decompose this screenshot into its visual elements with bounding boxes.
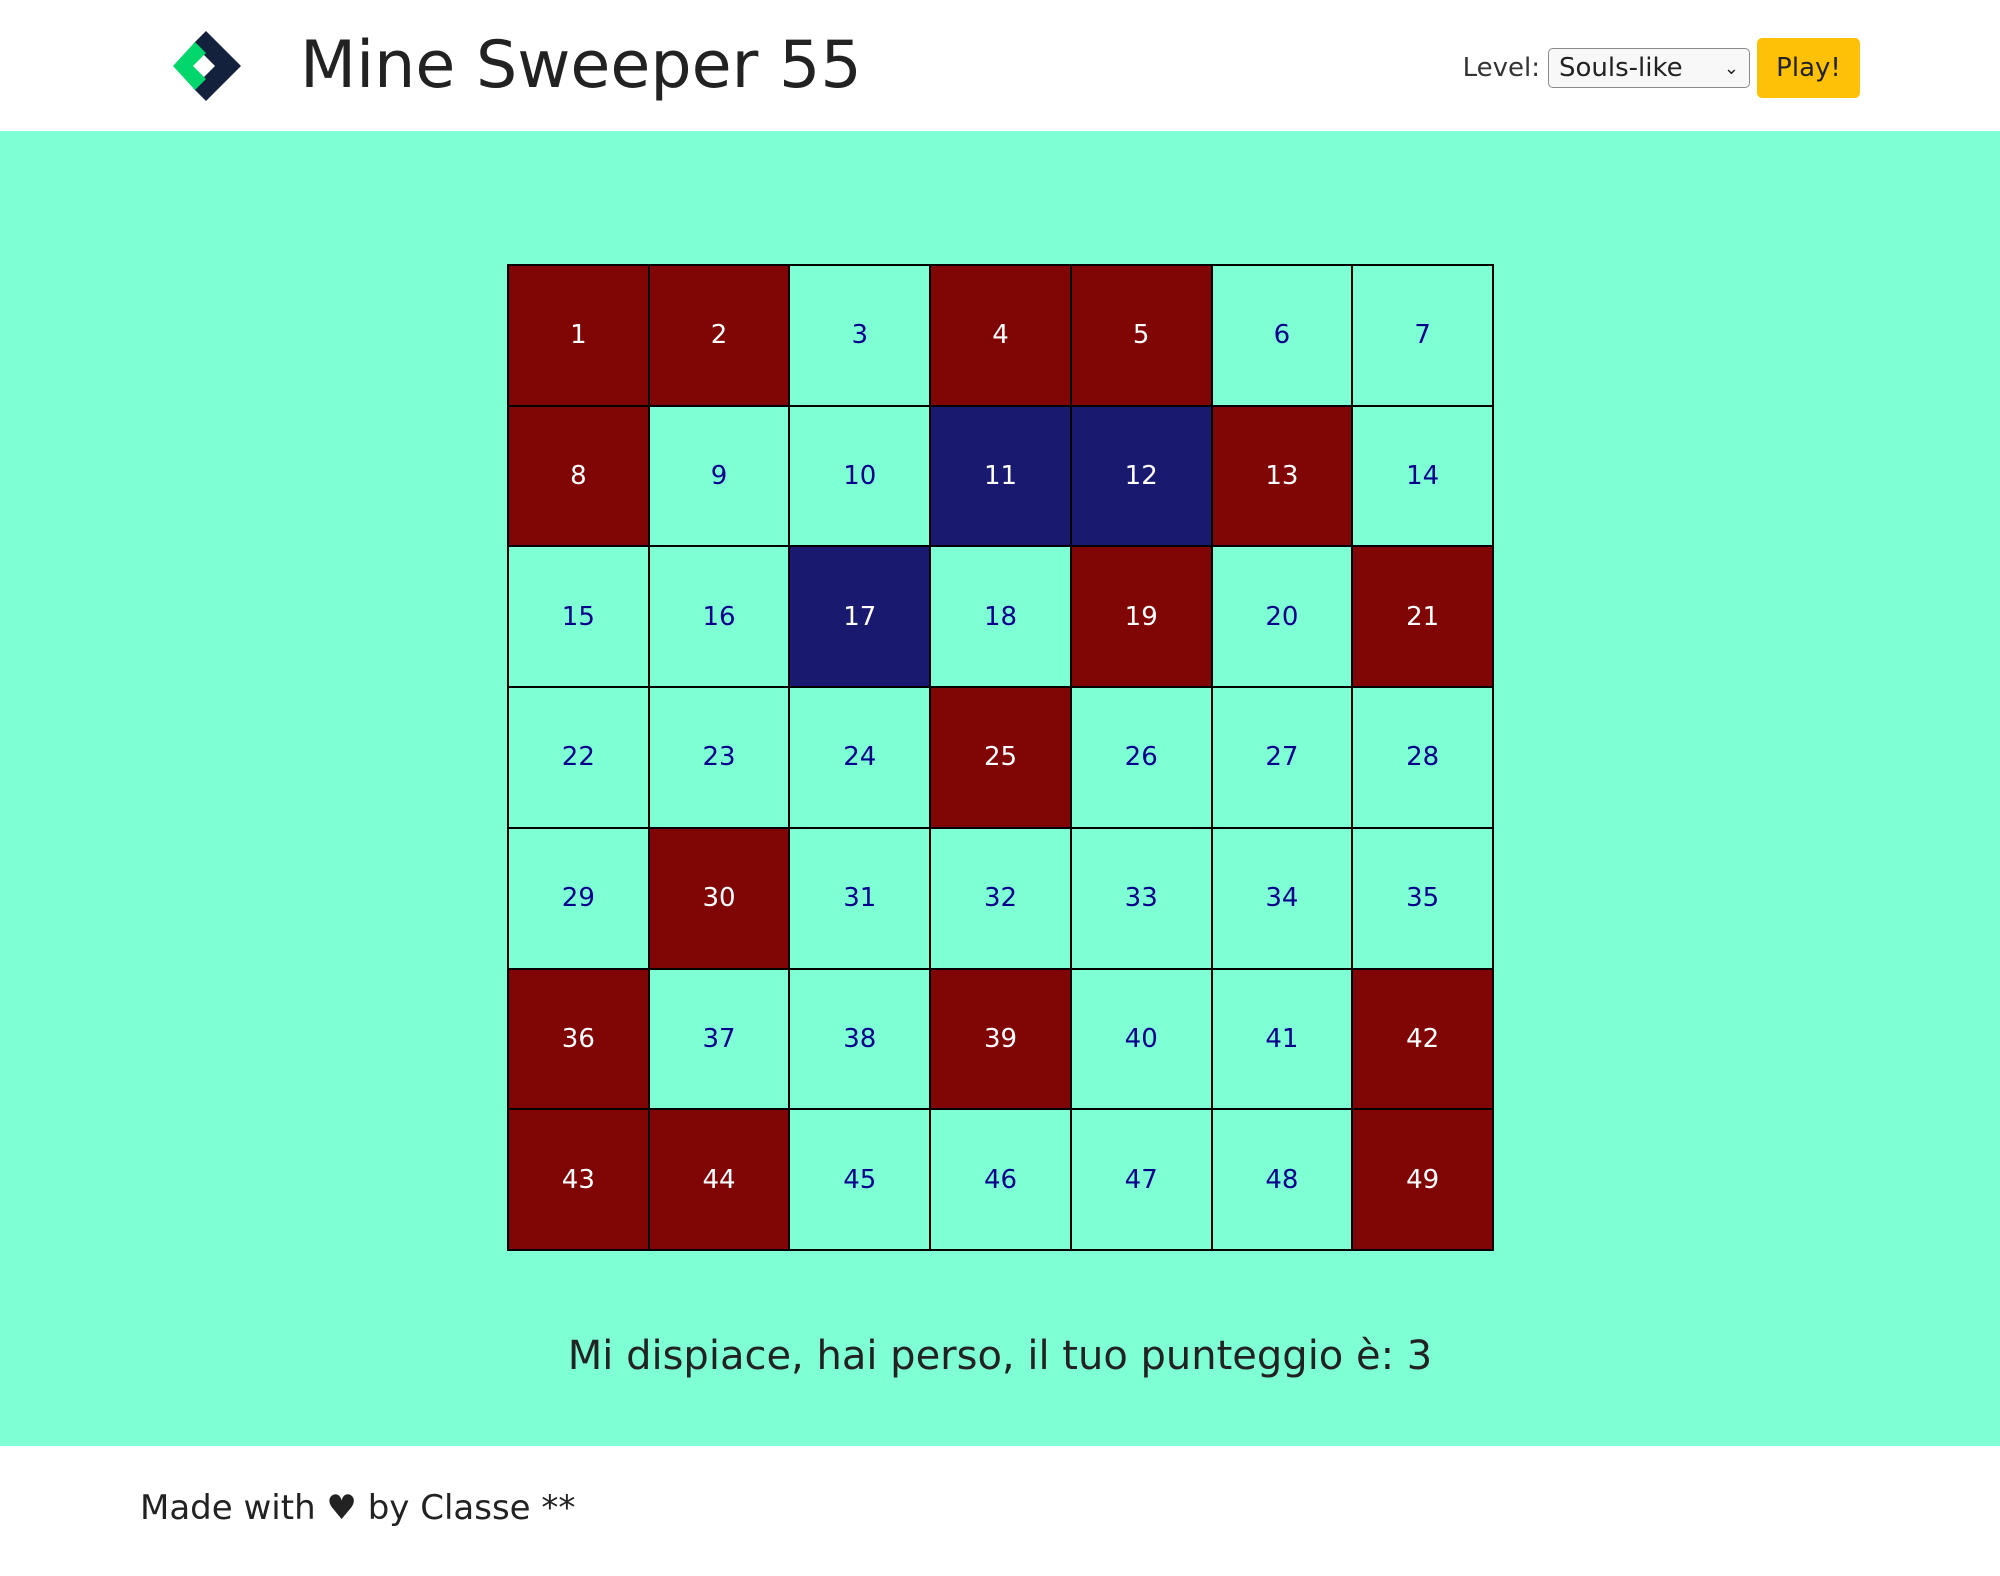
grid-cell[interactable]: 8 [508, 405, 649, 547]
level-select[interactable]: Souls-like ⌄ [1548, 48, 1750, 88]
grid-cell[interactable]: 6 [1211, 265, 1353, 406]
game-area: 1 2 3 4 5 6 7 8 9 10 11 12 13 14 15 16 17 18 19 20 21 22 23 24 2… [0, 131, 2000, 1446]
diamond-logo-icon [173, 31, 241, 101]
grid-cell[interactable]: 42 [1352, 968, 1493, 1110]
grid-cell[interactable]: 21 [1352, 546, 1493, 688]
app-header: Mine Sweeper 55 Level: Souls-like ⌄ Play… [0, 0, 2000, 131]
grid-cell[interactable]: 25 [930, 687, 1071, 828]
grid-cell[interactable]: 2 [648, 265, 790, 406]
level-controls: Level: Souls-like ⌄ Play! [1463, 38, 1860, 98]
grid-cell[interactable]: 45 [789, 1109, 931, 1250]
grid-cell[interactable]: 4 [930, 265, 1071, 406]
chevron-down-icon: ⌄ [1723, 57, 1739, 79]
grid-cell[interactable]: 44 [648, 1109, 790, 1250]
grid-cell[interactable]: 5 [1070, 265, 1212, 406]
grid-cell[interactable]: 35 [1352, 827, 1493, 969]
grid-cell[interactable]: 43 [508, 1109, 649, 1250]
grid-cell[interactable]: 49 [1352, 1109, 1493, 1250]
grid-cell[interactable]: 37 [648, 968, 790, 1110]
grid-cell[interactable]: 23 [648, 687, 790, 828]
result-message: Mi dispiace, hai perso, il tuo punteggio… [567, 1333, 1433, 1379]
grid-cell[interactable]: 32 [930, 827, 1071, 969]
grid-cell[interactable]: 40 [1070, 968, 1212, 1110]
grid-cell[interactable]: 16 [648, 546, 790, 688]
grid-cell[interactable]: 17 [789, 546, 931, 688]
grid-cell[interactable]: 13 [1211, 405, 1353, 547]
play-button[interactable]: Play! [1757, 38, 1860, 98]
grid-cell[interactable]: 48 [1211, 1109, 1353, 1250]
grid-cell[interactable]: 46 [930, 1109, 1071, 1250]
page-footer: Made with ♥ by Classe ** [0, 1446, 2000, 1576]
grid-cell[interactable]: 31 [789, 827, 931, 969]
grid-cell[interactable]: 24 [789, 687, 931, 828]
grid-cell[interactable]: 15 [508, 546, 649, 688]
grid-cell[interactable]: 36 [508, 968, 649, 1110]
grid-cell[interactable]: 1 [508, 265, 649, 406]
level-label: Level: [1462, 53, 1540, 83]
grid-cell[interactable]: 14 [1352, 405, 1493, 547]
grid-cell[interactable]: 7 [1352, 265, 1493, 406]
minefield-grid: 1 2 3 4 5 6 7 8 9 10 11 12 13 14 15 16 17 18 19 20 21 22 23 24 2… [507, 264, 1494, 1251]
grid-cell[interactable]: 9 [648, 405, 790, 547]
grid-cell[interactable]: 29 [508, 827, 649, 969]
footer-credit: Made with ♥ by Classe ** [140, 1488, 576, 1528]
grid-cell[interactable]: 33 [1070, 827, 1212, 969]
grid-cell[interactable]: 28 [1352, 687, 1493, 828]
app-title: Mine Sweeper 55 [300, 28, 862, 103]
grid-cell[interactable]: 18 [930, 546, 1071, 688]
grid-cell[interactable]: 27 [1211, 687, 1353, 828]
grid-cell[interactable]: 12 [1070, 405, 1212, 547]
grid-cell[interactable]: 22 [508, 687, 649, 828]
level-select-value: Souls-like [1559, 53, 1683, 83]
grid-cell[interactable]: 38 [789, 968, 931, 1110]
grid-cell[interactable]: 26 [1070, 687, 1212, 828]
grid-cell[interactable]: 10 [789, 405, 931, 547]
grid-cell[interactable]: 41 [1211, 968, 1353, 1110]
grid-cell[interactable]: 3 [789, 265, 931, 406]
grid-cell[interactable]: 47 [1070, 1109, 1212, 1250]
grid-cell[interactable]: 19 [1070, 546, 1212, 688]
grid-cell[interactable]: 30 [648, 827, 790, 969]
grid-cell[interactable]: 20 [1211, 546, 1353, 688]
grid-cell[interactable]: 39 [930, 968, 1071, 1110]
grid-cell[interactable]: 34 [1211, 827, 1353, 969]
grid-cell[interactable]: 11 [930, 405, 1071, 547]
